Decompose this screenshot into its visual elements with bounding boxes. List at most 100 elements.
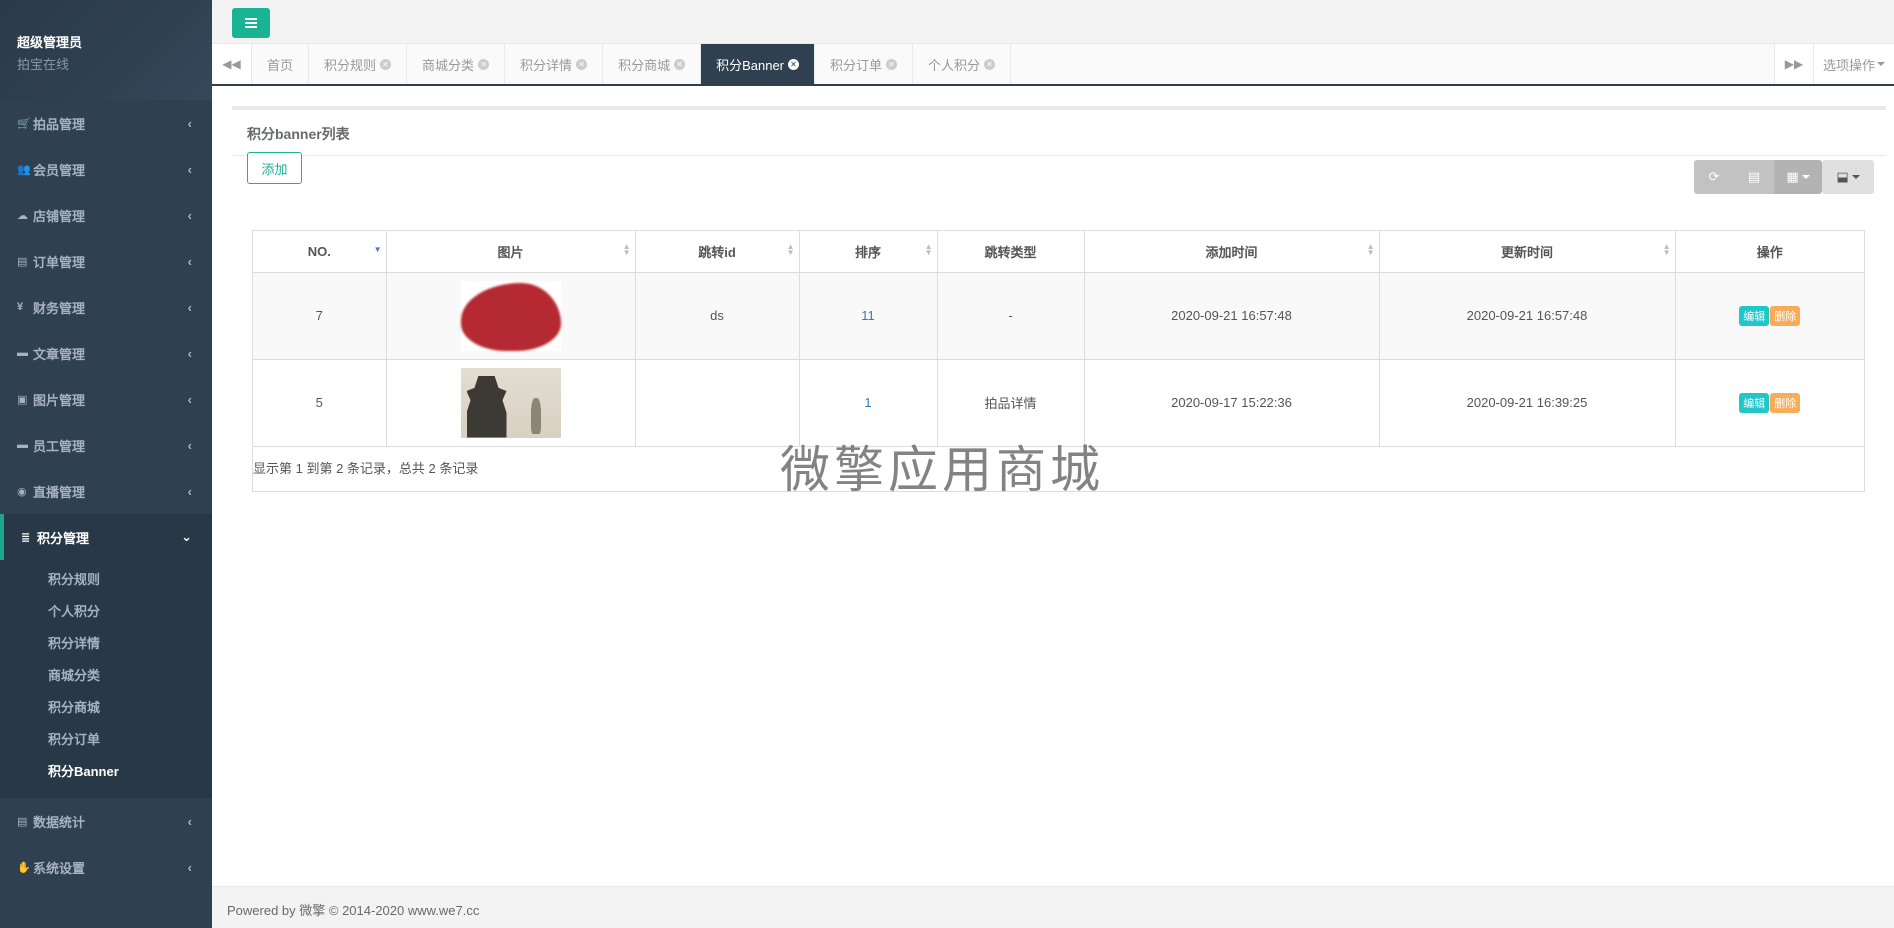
column-header-actions: 操作	[1675, 231, 1864, 273]
cell-jump-type: -	[937, 272, 1085, 360]
sort-icon: ▲ ▼	[622, 242, 631, 257]
tab-label: 积分规则	[324, 57, 377, 73]
column-header-updated[interactable]: 更新时间 ▲ ▼	[1379, 231, 1676, 273]
edit-button[interactable]: 编辑	[1739, 305, 1770, 326]
delete-button[interactable]: 删除	[1770, 392, 1801, 413]
yen-icon: ¥	[17, 301, 24, 313]
sidebar-item-articles[interactable]: ▬ 文章管理 ‹	[0, 330, 212, 376]
tabs-right-controls: ▶▶ 选项操作	[1774, 44, 1894, 84]
tabs-scroll-right-button[interactable]: ▶▶	[1774, 44, 1814, 84]
refresh-icon: ⟳	[1708, 169, 1720, 184]
banner-thumbnail[interactable]	[460, 280, 561, 351]
column-header-jump-id[interactable]: 跳转id ▲ ▼	[635, 231, 800, 273]
close-icon[interactable]: ✕	[380, 58, 392, 70]
chevron-left-icon: ‹	[187, 437, 192, 453]
tab-points-detail[interactable]: 积分详情 ✕	[505, 44, 604, 84]
tab-mall-category[interactable]: 商城分类 ✕	[407, 44, 506, 84]
tab-home[interactable]: 首页	[252, 44, 310, 84]
column-header-jump-type: 跳转类型	[937, 231, 1085, 273]
image-icon: ▣	[17, 393, 28, 406]
list-icon: ▤	[1747, 169, 1761, 184]
cell-jump-id	[635, 359, 800, 447]
column-header-image[interactable]: 图片 ▲ ▼	[386, 231, 636, 273]
sidebar-item-live[interactable]: ◉ 直播管理 ‹	[0, 468, 212, 514]
submenu-item-personal-points[interactable]: 个人积分	[0, 596, 212, 628]
menu-toggle-button[interactable]	[232, 8, 270, 38]
close-icon[interactable]: ✕	[674, 58, 686, 70]
pagination-info: 显示第 1 到第 2 条记录，总共 2 条记录	[253, 460, 479, 476]
points-submenu: 积分规则 个人积分 积分详情 商城分类 积分商城 积分订单 积分Banner	[0, 560, 212, 798]
submenu-item-points-orders[interactable]: 积分订单	[0, 724, 212, 756]
cell-actions: 编辑 删除	[1675, 272, 1864, 360]
sidebar-item-staff[interactable]: ▬ 员工管理 ‹	[0, 422, 212, 468]
chevron-left-icon: ‹	[187, 391, 192, 407]
tab-points-orders[interactable]: 积分订单 ✕	[815, 44, 914, 84]
submenu-item-points-banner[interactable]: 积分Banner	[0, 756, 212, 788]
chevron-left-icon: ‹	[187, 299, 192, 315]
tabs-scroll-left-button[interactable]: ◀◀	[212, 44, 252, 84]
table-header-row: NO. ▼ 图片 ▲ ▼ 跳转id ▲ ▼ 排序 ▲ ▼ 跳转类型 添加时间 ▲ ▼ 更新时间 ▲ ▼…	[253, 231, 1864, 273]
table-row: 7 ds 11 - 2020-09-21 16:57:48 2020-09-21…	[253, 272, 1864, 360]
tab-options-dropdown[interactable]: 选项操作	[1814, 44, 1894, 84]
sidebar-item-images[interactable]: ▣ 图片管理 ‹	[0, 376, 212, 422]
submenu-item-points-detail[interactable]: 积分详情	[0, 628, 212, 660]
sidebar-item-label: 会员管理	[33, 162, 86, 178]
column-header-sort[interactable]: 排序 ▲ ▼	[799, 231, 938, 273]
tab-points-mall[interactable]: 积分商城 ✕	[603, 44, 702, 84]
header-label: 操作	[1756, 244, 1783, 260]
close-icon[interactable]: ✕	[478, 58, 490, 70]
export-button[interactable]: ⬓	[1822, 160, 1874, 194]
close-icon[interactable]: ✕	[576, 58, 588, 70]
sort-icon: ▲ ▼	[1366, 242, 1375, 257]
close-icon[interactable]: ✕	[886, 58, 898, 70]
columns-button[interactable]: ▦	[1774, 160, 1822, 194]
sidebar-item-members[interactable]: 👥 会员管理 ‹	[0, 146, 212, 192]
submenu-item-mall-category[interactable]: 商城分类	[0, 660, 212, 692]
sidebar-item-orders[interactable]: ▤ 订单管理 ‹	[0, 238, 212, 284]
submenu-item-points-rules[interactable]: 积分规则	[0, 564, 212, 596]
refresh-button[interactable]: ⟳	[1694, 160, 1734, 194]
caret-down-icon	[1801, 175, 1810, 179]
chevron-left-icon: ‹	[187, 115, 192, 131]
sidebar-item-label: 数据统计	[33, 814, 86, 830]
delete-button[interactable]: 删除	[1770, 305, 1801, 326]
close-icon[interactable]: ✕	[984, 58, 996, 70]
sidebar-item-stores[interactable]: ☁ 店铺管理 ‹	[0, 192, 212, 238]
header-label: 添加时间	[1205, 244, 1258, 260]
sidebar-item-finance[interactable]: ¥ 财务管理 ‹	[0, 284, 212, 330]
sidebar-item-label: 积分管理	[37, 530, 90, 546]
chevron-left-icon: ‹	[187, 813, 192, 829]
chevron-left-icon: ‹	[187, 207, 192, 223]
sort-icon: ▲ ▼	[924, 242, 933, 257]
sort-value-link[interactable]: 1	[864, 395, 871, 410]
add-button[interactable]: 添加	[247, 152, 302, 184]
submenu-item-points-mall[interactable]: 积分商城	[0, 692, 212, 724]
sidebar-item-settings[interactable]: ✋ 系统设置 ‹	[0, 844, 212, 890]
sidebar-item-statistics[interactable]: ▤ 数据统计 ‹	[0, 798, 212, 844]
sidebar-item-label: 员工管理	[33, 438, 86, 454]
article-icon: ▬	[17, 347, 28, 359]
cell-no: 5	[253, 359, 387, 447]
sidebar-item-points[interactable]: ≣ 积分管理 ⌄	[0, 514, 212, 560]
sidebar-item-label: 拍品管理	[33, 116, 86, 132]
sort-value-link[interactable]: 11	[861, 308, 875, 323]
tab-personal-points[interactable]: 个人积分 ✕	[913, 44, 1012, 84]
tab-label: 个人积分	[928, 57, 981, 73]
cell-jump-id: ds	[635, 272, 800, 360]
sidebar-item-auction[interactable]: 🛒 拍品管理 ‹	[0, 100, 212, 146]
sidebar: 超级管理员 拍宝在线 🛒 拍品管理 ‹ 👥 会员管理 ‹ ☁ 店铺管理 ‹ ▤ 订单管理 ‹ ¥…	[0, 0, 212, 928]
tab-points-banner[interactable]: 积分Banner ✕	[701, 44, 815, 84]
tab-label: 商城分类	[422, 57, 475, 73]
edit-button[interactable]: 编辑	[1739, 392, 1770, 413]
staff-icon: ▬	[17, 439, 28, 451]
caret-down-icon	[1877, 62, 1885, 66]
user-name[interactable]: 超级管理员	[17, 32, 212, 51]
chevron-left-icon: ‹	[187, 483, 192, 499]
cell-no: 7	[253, 272, 387, 360]
close-icon[interactable]: ✕	[788, 58, 799, 70]
column-header-created[interactable]: 添加时间 ▲ ▼	[1084, 231, 1380, 273]
toggle-view-button[interactable]: ▤	[1734, 160, 1774, 194]
column-header-no[interactable]: NO. ▼	[253, 231, 387, 273]
tab-points-rules[interactable]: 积分规则 ✕	[309, 44, 408, 84]
banner-thumbnail[interactable]	[460, 367, 561, 438]
